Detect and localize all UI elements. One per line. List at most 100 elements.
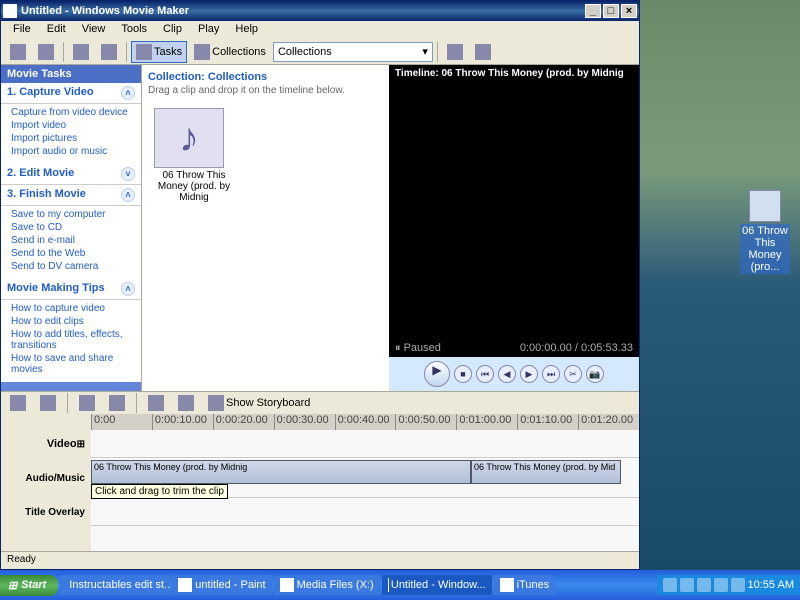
link-import-audio[interactable]: Import audio or music (11, 145, 135, 158)
section-edit-movie[interactable]: 2. Edit Movie˅ (1, 164, 141, 185)
zoom-in[interactable] (74, 392, 100, 414)
tray-icon[interactable] (714, 578, 728, 592)
rewind-icon (148, 395, 164, 411)
link-how-titles[interactable]: How to add titles, effects, transitions (11, 328, 135, 352)
separator (67, 393, 68, 413)
taskbar-task[interactable]: untitled - Paint (172, 575, 271, 595)
toolbar-collections[interactable]: Collections (189, 41, 271, 63)
link-how-save[interactable]: How to save and share movies (11, 352, 135, 376)
link-send-web[interactable]: Send to the Web (11, 247, 135, 260)
link-save-computer[interactable]: Save to my computer (11, 208, 135, 221)
timeline-narrate[interactable] (5, 392, 31, 414)
menu-edit[interactable]: Edit (39, 21, 74, 39)
up-icon (447, 44, 463, 60)
start-button[interactable]: ⊞Start (0, 575, 58, 596)
collections-combo[interactable]: Collections▾ (273, 42, 433, 62)
clock[interactable]: 10:55 AM (748, 579, 794, 591)
tray-icon[interactable] (697, 578, 711, 592)
timeline-tracks[interactable]: 0:00 0:00:10.00 0:00:20.00 0:00:30.00 0:… (91, 414, 639, 551)
app-icon (178, 578, 192, 592)
new-icon (10, 44, 26, 60)
play-timeline[interactable] (173, 392, 199, 414)
link-capture-device[interactable]: Capture from video device (11, 106, 135, 119)
rewind-timeline[interactable] (143, 392, 169, 414)
taskbar-task[interactable]: iTunes (494, 575, 556, 595)
section-finish-movie[interactable]: 3. Finish Movie˄ (1, 185, 141, 206)
audio-clip[interactable]: 06 Throw This Money (prod. by Midnig (91, 460, 471, 484)
show-storyboard-button[interactable]: Show Storyboard (203, 392, 315, 414)
video-track-label: Video ⊞ (1, 430, 91, 458)
split-button[interactable]: ✂ (564, 365, 582, 383)
preview-video[interactable] (389, 82, 639, 340)
tray-icon[interactable] (731, 578, 745, 592)
stop-button[interactable]: ■ (454, 365, 472, 383)
timeline-levels[interactable] (35, 392, 61, 414)
menu-clip[interactable]: Clip (155, 21, 190, 39)
section-capture-video[interactable]: 1. Capture Video˄ (1, 83, 141, 104)
audio-track[interactable]: 06 Throw This Money (prod. by Midnig 06 … (91, 458, 639, 498)
preview-controls: ▶ ■ ⏮ ◀ ▶ ⏭ ✂ 📷 (389, 357, 639, 391)
movie-maker-window: Untitled - Windows Movie Maker _ □ × Fil… (0, 0, 640, 570)
desktop-file-icon[interactable]: 06 Throw This Money (pro... (740, 190, 790, 274)
system-tray[interactable]: 10:55 AM (657, 575, 800, 595)
tray-icon[interactable] (663, 578, 677, 592)
close-button[interactable]: × (621, 4, 637, 18)
taskbar-task[interactable]: Untitled - Window... (382, 575, 492, 595)
timeline-toolbar: Show Storyboard (1, 392, 639, 414)
track-labels: Video ⊞ Audio/Music Title Overlay (1, 414, 91, 551)
menu-view[interactable]: View (74, 21, 114, 39)
separator (63, 42, 64, 62)
chevron-down-icon: ˅ (121, 167, 135, 181)
maximize-button[interactable]: □ (603, 4, 619, 18)
zoom-out[interactable] (104, 392, 130, 414)
link-send-dv[interactable]: Send to DV camera (11, 260, 135, 273)
link-send-email[interactable]: Send in e-mail (11, 234, 135, 247)
titlebar[interactable]: Untitled - Windows Movie Maker _ □ × (1, 1, 639, 21)
zoom-in-icon (79, 395, 95, 411)
link-import-video[interactable]: Import video (11, 119, 135, 132)
video-track[interactable] (91, 430, 639, 458)
menu-play[interactable]: Play (190, 21, 227, 39)
app-icon (500, 578, 514, 592)
next-button[interactable]: ⏭ (542, 365, 560, 383)
timeline-area: Show Storyboard Video ⊞ Audio/Music Titl… (1, 391, 639, 551)
section-tips[interactable]: Movie Making Tips˄ (1, 279, 141, 300)
prev-button[interactable]: ⏮ (476, 365, 494, 383)
toolbar-tasks[interactable]: Tasks (131, 41, 187, 63)
task-pane: Movie Tasks 1. Capture Video˄ Capture fr… (1, 65, 141, 391)
chevron-up-icon: ˄ (121, 282, 135, 296)
link-save-cd[interactable]: Save to CD (11, 221, 135, 234)
audio-clip-item[interactable]: ♪ 06 Throw This Money (prod. by Midnig (154, 108, 234, 203)
title-track[interactable] (91, 498, 639, 526)
toolbar-view[interactable] (470, 41, 496, 63)
menu-tools[interactable]: Tools (113, 21, 155, 39)
toolbar-redo[interactable] (96, 41, 122, 63)
toolbar-undo[interactable] (68, 41, 94, 63)
toolbar-new[interactable] (5, 41, 31, 63)
link-how-edit[interactable]: How to edit clips (11, 315, 135, 328)
link-how-capture[interactable]: How to capture video (11, 302, 135, 315)
chevron-up-icon: ˄ (121, 188, 135, 202)
timeline-ruler[interactable]: 0:00 0:00:10.00 0:00:20.00 0:00:30.00 0:… (91, 414, 639, 430)
taskbar-task[interactable]: Instructables edit st... (60, 575, 170, 595)
taskbar-task[interactable]: Media Files (X:) (274, 575, 380, 595)
forward-button[interactable]: ▶ (520, 365, 538, 383)
play-button[interactable]: ▶ (424, 361, 450, 387)
audio-clip[interactable]: 06 Throw This Money (prod. by Mid (471, 460, 621, 484)
link-import-pictures[interactable]: Import pictures (11, 132, 135, 145)
toolbar-up[interactable] (442, 41, 468, 63)
minimize-button[interactable]: _ (585, 4, 601, 18)
menu-file[interactable]: File (5, 21, 39, 39)
snapshot-button[interactable]: 📷 (586, 365, 604, 383)
tray-icon[interactable] (680, 578, 694, 592)
rewind-button[interactable]: ◀ (498, 365, 516, 383)
music-note-icon: ♪ (154, 108, 224, 168)
windows-icon: ⊞ (8, 579, 17, 592)
separator (136, 393, 137, 413)
menu-help[interactable]: Help (227, 21, 266, 39)
tasks-icon (136, 44, 152, 60)
window-title: Untitled - Windows Movie Maker (21, 5, 583, 17)
toolbar-save[interactable] (33, 41, 59, 63)
levels-icon (40, 395, 56, 411)
trim-tooltip: Click and drag to trim the clip (91, 484, 228, 499)
